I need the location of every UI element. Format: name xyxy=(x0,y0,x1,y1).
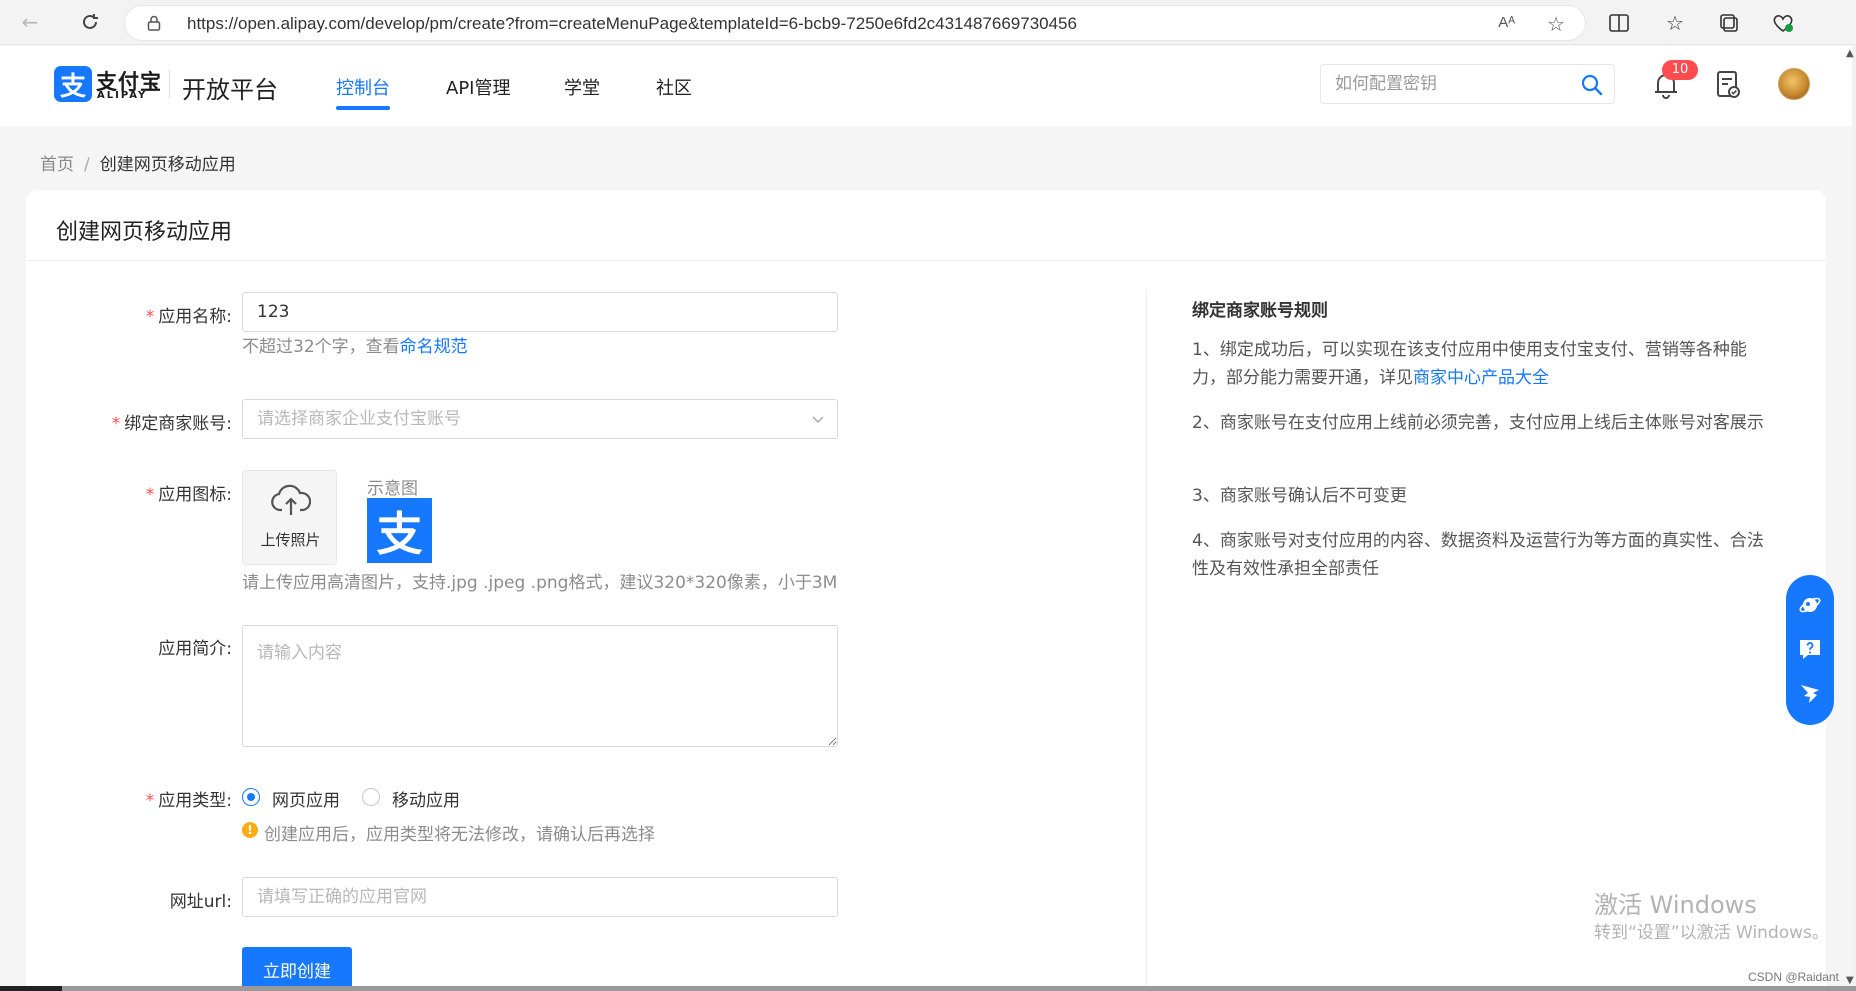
taskbar-edge xyxy=(0,986,1856,991)
sample-label: 示意图 xyxy=(367,479,418,499)
url-text[interactable]: https://open.alipay.com/develop/pm/creat… xyxy=(187,14,1077,34)
merchant-label: * 绑定商家账号: xyxy=(111,414,232,434)
avatar[interactable] xyxy=(1778,68,1810,100)
floating-help-panel xyxy=(1786,575,1834,725)
cloud-upload-icon xyxy=(271,484,311,515)
browser-toolbar: ← https://open.alipay.com/develop/pm/cre… xyxy=(0,0,1856,45)
document-check-icon[interactable] xyxy=(1715,70,1741,100)
radio-web-app[interactable] xyxy=(242,788,260,806)
app-name-label: * 应用名称: xyxy=(145,307,232,327)
app-name-field[interactable] xyxy=(242,292,838,332)
active-nav-indicator xyxy=(336,106,390,110)
windows-activation-subtitle: 转到“设置”以激活 Windows。 xyxy=(1594,923,1829,943)
read-aloud-icon[interactable]: Aᴬ xyxy=(1498,14,1515,31)
warning-icon: ! xyxy=(242,822,258,838)
chevron-down-icon[interactable] xyxy=(811,412,825,426)
planet-icon[interactable] xyxy=(1798,593,1822,617)
scroll-up-arrow-icon[interactable]: ▲ xyxy=(1846,48,1854,59)
help-question-icon[interactable] xyxy=(1798,637,1822,661)
nav-community[interactable]: 社区 xyxy=(656,74,692,100)
search-input[interactable] xyxy=(1335,74,1565,94)
nav-academy[interactable]: 学堂 xyxy=(564,74,600,100)
nav-console[interactable]: 控制台 xyxy=(336,74,390,100)
intro-field[interactable] xyxy=(242,625,838,747)
breadcrumb-current: 创建网页移动应用 xyxy=(99,155,236,175)
page-scrollbar[interactable] xyxy=(1852,46,1856,991)
breadcrumb: 首页 / 创建网页移动应用 xyxy=(40,150,236,175)
notification-badge: 10 xyxy=(1662,60,1698,80)
scroll-down-arrow-icon[interactable]: ▼ xyxy=(1846,975,1854,986)
merchant-select-input[interactable] xyxy=(243,400,837,438)
naming-rules-link[interactable]: 命名规范 xyxy=(400,337,468,357)
favorites-icon[interactable]: ☆ xyxy=(1662,10,1688,36)
breadcrumb-home[interactable]: 首页 xyxy=(40,155,74,175)
address-bar[interactable]: https://open.alipay.com/develop/pm/creat… xyxy=(124,5,1586,41)
title-divider xyxy=(26,260,1826,261)
app-icon-help: 请上传应用高清图片，支持.jpg .jpeg .png格式，建议320*320像… xyxy=(242,573,838,593)
lock-icon[interactable] xyxy=(147,15,161,31)
radio-mobile-app[interactable] xyxy=(362,788,380,806)
product-catalog-link[interactable]: 商家中心产品大全 xyxy=(1413,368,1549,388)
app-type-label: * 应用类型: xyxy=(145,791,232,811)
platform-title[interactable]: 开放平台 xyxy=(182,70,278,105)
favorite-star-icon[interactable]: ☆ xyxy=(1547,12,1565,36)
app-name-help: 不超过32个字，查看命名规范 xyxy=(242,337,468,357)
upload-photo-label: 上传照片 xyxy=(260,531,321,549)
csdn-watermark: CSDN @Raidant xyxy=(1748,970,1839,984)
sample-alipay-icon: 支 xyxy=(367,498,432,563)
rule-item-4: 4、商家账号对支付应用的内容、数据资料及运营行为等方面的真实性、合法性及有效性承… xyxy=(1192,531,1764,579)
rule-item-1: 1、绑定成功后，可以实现在该支付应用中使用支付宝支付、营销等各种能力，部分能力需… xyxy=(1192,340,1747,388)
split-screen-icon[interactable] xyxy=(1606,10,1632,36)
create-app-card: 创建网页移动应用 *应用名称: 不超过32个字，查看命名规范 *绑定商家账号: … xyxy=(26,190,1826,991)
create-now-button[interactable]: 立即创建 xyxy=(242,947,352,991)
refresh-icon[interactable] xyxy=(76,8,104,36)
page-title: 创建网页移动应用 xyxy=(56,220,233,245)
intro-label: 应用简介: xyxy=(158,639,232,659)
app-icon-label: * 应用图标: xyxy=(145,485,232,505)
url-field[interactable] xyxy=(242,877,838,917)
merchant-select[interactable] xyxy=(242,399,838,439)
browser-essentials-icon[interactable] xyxy=(1770,10,1796,36)
rules-title: 绑定商家账号规则 xyxy=(1192,301,1328,321)
back-icon[interactable]: ← xyxy=(16,8,44,36)
logo-text-en[interactable]: ALIPAY xyxy=(97,90,147,101)
upload-photo-button[interactable]: 上传照片 xyxy=(242,470,337,565)
dingtalk-icon[interactable] xyxy=(1798,681,1822,705)
breadcrumb-separator: / xyxy=(84,155,90,175)
alipay-logo[interactable]: 支 xyxy=(54,66,92,102)
nav-api-management[interactable]: API管理 xyxy=(446,74,510,100)
url-label: 网址url: xyxy=(169,892,232,912)
column-divider xyxy=(1146,290,1147,990)
radio-mobile-app-label[interactable]: 移动应用 xyxy=(392,786,460,811)
app-name-input[interactable] xyxy=(243,293,837,331)
search-box[interactable] xyxy=(1320,64,1615,104)
logo-divider xyxy=(169,70,170,98)
radio-web-app-label[interactable]: 网页应用 xyxy=(272,786,340,811)
site-header: 支 支付宝 ALIPAY 开放平台 控制台 API管理 学堂 社区 10 xyxy=(0,46,1852,126)
search-icon[interactable] xyxy=(1580,73,1604,97)
intro-textarea[interactable] xyxy=(243,626,837,746)
windows-activation-title: 激活 Windows xyxy=(1594,891,1757,919)
app-type-warning: 创建应用后，应用类型将无法修改，请确认后再选择 xyxy=(264,825,655,845)
url-input[interactable] xyxy=(243,878,837,916)
collections-icon[interactable] xyxy=(1716,10,1742,36)
rule-item-3: 3、商家账号确认后不可变更 xyxy=(1192,486,1407,506)
rule-item-2: 2、商家账号在支付应用上线前必须完善，支付应用上线后主体账号对客展示 xyxy=(1192,413,1764,433)
